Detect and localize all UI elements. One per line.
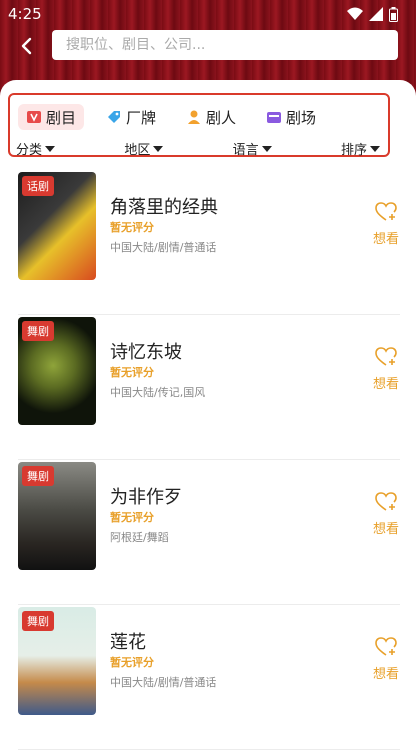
chevron-left-icon [21, 37, 32, 55]
tag-icon [106, 109, 122, 125]
want-to-see-button[interactable]: 想看 [366, 492, 406, 537]
heart-plus-icon [375, 637, 397, 656]
filter-language-label: 语言 [232, 143, 259, 158]
play-title: 角落里的经典 [110, 197, 218, 218]
poster-image: 舞剧 [18, 607, 96, 715]
tab-people[interactable]: 剧人 [178, 104, 244, 130]
play-meta: 中国大陆/剧情/普通话 [110, 241, 217, 254]
person-icon [186, 109, 202, 125]
status-icons [347, 6, 398, 22]
genre-badge: 舞剧 [22, 466, 54, 486]
tab-labels-label: 厂牌 [126, 108, 157, 127]
filter-language[interactable]: 语言 [233, 139, 272, 158]
poster-image: 舞剧 [18, 462, 96, 570]
list-item[interactable]: 舞剧 为非作歹 暂无评分 阿根廷/舞蹈 想看 [0, 460, 416, 605]
heart-plus-icon [375, 347, 397, 366]
caret-down-icon [45, 145, 56, 152]
want-to-see-label: 想看 [372, 377, 399, 392]
rating-text: 暂无评分 [110, 656, 154, 669]
top-nav [0, 30, 416, 62]
play-script-icon [26, 109, 42, 125]
want-to-see-label: 想看 [372, 522, 399, 537]
tab-labels[interactable]: 厂牌 [98, 104, 164, 130]
caret-down-icon [261, 145, 272, 152]
rating-text: 暂无评分 [110, 366, 154, 379]
heart-plus-icon [375, 202, 397, 221]
search-input[interactable] [64, 36, 398, 54]
play-meta: 阿根廷/舞蹈 [110, 531, 169, 544]
category-tabs: 剧目 厂牌 剧人 剧场 [18, 104, 324, 130]
search-box[interactable] [52, 30, 398, 60]
want-to-see-label: 想看 [372, 232, 399, 247]
list-item[interactable]: 舞剧 诗忆东坡 暂无评分 中国大陆/传记,国风 想看 [0, 315, 416, 460]
filter-section: 剧目 厂牌 剧人 剧场 分类 地区 语言 排序 [8, 93, 390, 158]
status-time: 4:25 [8, 5, 42, 23]
filter-sort-label: 排序 [340, 143, 367, 158]
genre-badge: 话剧 [22, 176, 54, 196]
tab-plays[interactable]: 剧目 [18, 104, 85, 130]
poster-image: 舞剧 [18, 317, 96, 425]
want-to-see-button[interactable]: 想看 [366, 202, 406, 247]
heart-plus-icon [375, 492, 397, 511]
play-title: 诗忆东坡 [110, 342, 182, 363]
want-to-see-button[interactable]: 想看 [366, 347, 406, 392]
poster-image: 话剧 [18, 172, 96, 280]
back-button[interactable] [14, 32, 38, 60]
tab-plays-label: 剧目 [46, 108, 77, 127]
tab-theaters-label: 剧场 [286, 108, 317, 127]
rating-text: 暂无评分 [110, 221, 154, 234]
list-item[interactable]: 话剧 角落里的经典 暂无评分 中国大陆/剧情/普通话 想看 [0, 170, 416, 315]
status-bar: 4:25 [0, 0, 416, 28]
tab-theaters[interactable]: 剧场 [258, 104, 324, 130]
list-item[interactable]: 舞剧 莲花 暂无评分 中国大陆/剧情/普通话 想看 [0, 605, 416, 750]
filter-category-label: 分类 [16, 143, 43, 158]
play-meta: 中国大陆/传记,国风 [110, 386, 206, 399]
signal-icon [369, 7, 383, 21]
theater-icon [266, 109, 282, 125]
filter-region-label: 地区 [124, 143, 151, 158]
filter-sort[interactable]: 排序 [341, 139, 380, 158]
want-to-see-label: 想看 [372, 667, 399, 682]
play-list: 话剧 角落里的经典 暂无评分 中国大陆/剧情/普通话 想看 舞剧 诗忆东坡 暂无… [0, 170, 416, 750]
play-meta: 中国大陆/剧情/普通话 [110, 676, 217, 689]
content-panel: 剧目 厂牌 剧人 剧场 分类 地区 语言 排序 话剧 角落里的经典 暂无评分 中… [0, 80, 416, 750]
genre-badge: 舞剧 [22, 611, 54, 631]
play-title: 莲花 [110, 632, 146, 653]
tab-people-label: 剧人 [206, 108, 237, 127]
want-to-see-button[interactable]: 想看 [366, 637, 406, 682]
filter-region[interactable]: 地区 [124, 139, 164, 158]
wifi-icon [347, 7, 363, 20]
rating-text: 暂无评分 [110, 511, 154, 524]
battery-icon [389, 6, 398, 22]
play-title: 为非作歹 [110, 487, 182, 508]
filter-category[interactable]: 分类 [16, 139, 56, 158]
filter-bar: 分类 地区 语言 排序 [16, 139, 380, 158]
caret-down-icon [153, 145, 164, 152]
caret-down-icon [370, 145, 380, 152]
genre-badge: 舞剧 [22, 321, 54, 341]
